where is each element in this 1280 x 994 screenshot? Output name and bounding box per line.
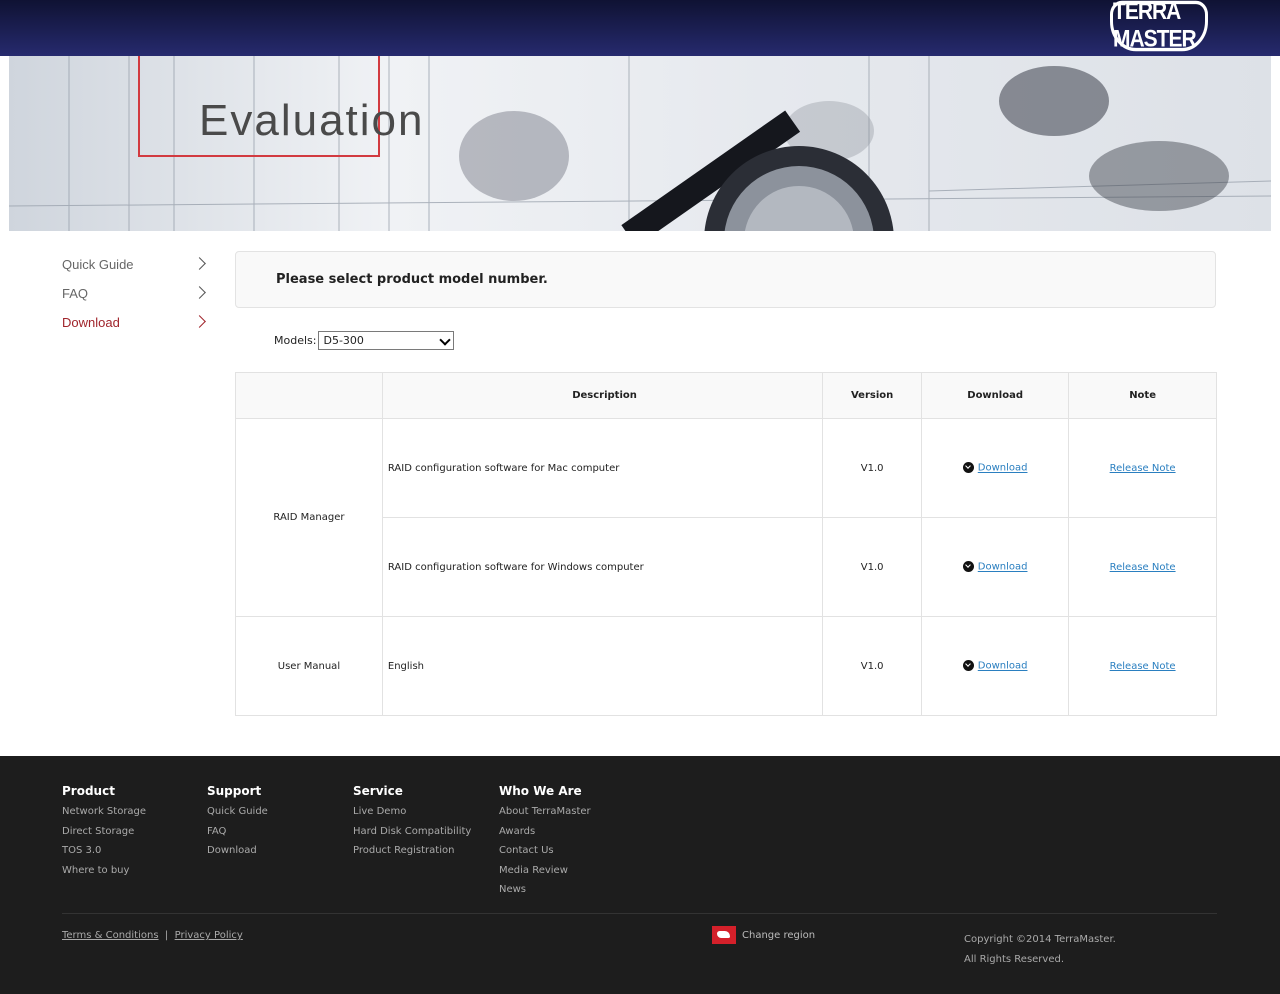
- footer-link[interactable]: About TerraMaster: [499, 806, 591, 826]
- footer-link[interactable]: TOS 3.0: [62, 845, 146, 865]
- footer-link[interactable]: FAQ: [207, 826, 268, 846]
- banner-title: Evaluation: [199, 96, 425, 145]
- footer-column-title: Product: [62, 784, 115, 798]
- copyright-text: Copyright ©2014 TerraMaster.: [964, 934, 1116, 945]
- note-cell: Release Note: [1068, 418, 1217, 518]
- footer: Product Network Storage Direct Storage T…: [0, 756, 1280, 994]
- world-map-icon: [712, 926, 736, 944]
- column-header: [235, 372, 383, 419]
- note-cell: Release Note: [1068, 517, 1217, 617]
- rights-text: All Rights Reserved.: [964, 953, 1065, 965]
- download-link[interactable]: Download: [978, 562, 1028, 573]
- footer-link[interactable]: Direct Storage: [62, 826, 146, 846]
- privacy-policy-link[interactable]: Privacy Policy: [175, 930, 243, 941]
- column-header-download: Download: [921, 372, 1070, 419]
- legal-separator: |: [164, 930, 169, 941]
- sidebar-item-label: Download: [62, 315, 120, 330]
- footer-link[interactable]: Hard Disk Compatibility: [353, 826, 471, 846]
- column-header-note: Note: [1068, 372, 1217, 419]
- download-cell: Download: [921, 616, 1070, 716]
- footer-link[interactable]: Quick Guide: [207, 806, 268, 826]
- change-region-button[interactable]: Change region: [712, 926, 815, 944]
- legal-links: Terms & Conditions | Privacy Policy: [62, 930, 243, 941]
- download-link[interactable]: Download: [978, 661, 1028, 672]
- footer-column-support: Support Quick Guide FAQ Download: [207, 784, 268, 865]
- footer-column-title: Who We Are: [499, 784, 582, 798]
- footer-link[interactable]: News: [499, 884, 591, 904]
- sidebar-item-label: FAQ: [62, 286, 89, 301]
- download-icon: [962, 561, 974, 573]
- table-row: RAID configuration software for Windows …: [236, 517, 1217, 617]
- sidebar-item-faq[interactable]: FAQ: [62, 281, 212, 310]
- column-header-description: Description: [381, 372, 824, 419]
- select-model-panel: Please select product model number.: [235, 251, 1216, 308]
- sidebar-item-label: Quick Guide: [62, 257, 134, 272]
- terramaster-logo[interactable]: TERRA MASTER: [1110, 0, 1208, 53]
- release-note-link[interactable]: Release Note: [1110, 661, 1176, 672]
- footer-link[interactable]: Media Review: [499, 865, 591, 885]
- footer-link[interactable]: Where to buy: [62, 865, 146, 885]
- top-bar: TERRA MASTER: [0, 0, 1280, 56]
- footer-column-who-we-are: Who We Are About TerraMaster Awards Cont…: [499, 784, 591, 904]
- group-name: User Manual: [235, 616, 383, 716]
- table-row: RAID Manager RAID configuration software…: [235, 418, 1217, 617]
- logo-text: TERRA MASTER: [1113, 0, 1197, 53]
- sidebar: Quick Guide FAQ Download: [62, 252, 212, 339]
- chevron-right-icon: [193, 315, 206, 328]
- hero-banner: Evaluation: [9, 56, 1271, 231]
- models-selected-value: D5-300: [323, 334, 364, 347]
- terms-link[interactable]: Terms & Conditions: [62, 930, 159, 941]
- table-header-row: Description Version Download Note: [235, 372, 1217, 419]
- row-description: RAID configuration software for Mac comp…: [381, 418, 824, 518]
- copyright: Copyright ©2014 TerraMaster. All Rights …: [964, 930, 1116, 969]
- row-version: V1.0: [822, 616, 923, 716]
- footer-link[interactable]: Contact Us: [499, 845, 591, 865]
- footer-column-product: Product Network Storage Direct Storage T…: [62, 784, 146, 884]
- column-header-version: Version: [822, 372, 923, 419]
- footer-column-title: Support: [207, 784, 262, 798]
- download-cell: Download: [921, 418, 1070, 518]
- sidebar-item-download[interactable]: Download: [62, 310, 212, 339]
- group-name: RAID Manager: [235, 418, 383, 617]
- chevron-right-icon: [193, 286, 206, 299]
- models-selector: Models: D5-300: [274, 331, 455, 350]
- models-label: Models:: [274, 334, 317, 347]
- download-icon: [962, 462, 974, 474]
- footer-link[interactable]: Download: [207, 845, 268, 865]
- models-dropdown[interactable]: D5-300: [318, 331, 455, 350]
- footer-link[interactable]: Network Storage: [62, 806, 146, 826]
- chevron-right-icon: [193, 257, 206, 270]
- row-description: RAID configuration software for Windows …: [381, 517, 824, 617]
- release-note-link[interactable]: Release Note: [1110, 463, 1176, 474]
- footer-link[interactable]: Awards: [499, 826, 591, 846]
- footer-divider: [62, 913, 1217, 914]
- download-link[interactable]: Download: [978, 463, 1028, 474]
- release-note-link[interactable]: Release Note: [1110, 562, 1176, 573]
- download-cell: Download: [921, 517, 1070, 617]
- sidebar-item-quick-guide[interactable]: Quick Guide: [62, 252, 212, 281]
- download-icon: [962, 660, 974, 672]
- footer-column-service: Service Live Demo Hard Disk Compatibilit…: [353, 784, 471, 865]
- note-cell: Release Note: [1068, 616, 1217, 716]
- row-description: English: [381, 616, 824, 716]
- chevron-down-icon: [439, 334, 452, 346]
- row-version: V1.0: [822, 517, 923, 617]
- table-row: User Manual English V1.0 Download Releas…: [235, 616, 1217, 716]
- row-version: V1.0: [822, 418, 923, 518]
- footer-column-title: Service: [353, 784, 403, 798]
- downloads-table: Description Version Download Note RAID M…: [235, 372, 1217, 716]
- footer-link[interactable]: Product Registration: [353, 845, 471, 865]
- select-model-prompt: Please select product model number.: [276, 272, 548, 287]
- footer-link[interactable]: Live Demo: [353, 806, 471, 826]
- change-region-label: Change region: [742, 929, 816, 941]
